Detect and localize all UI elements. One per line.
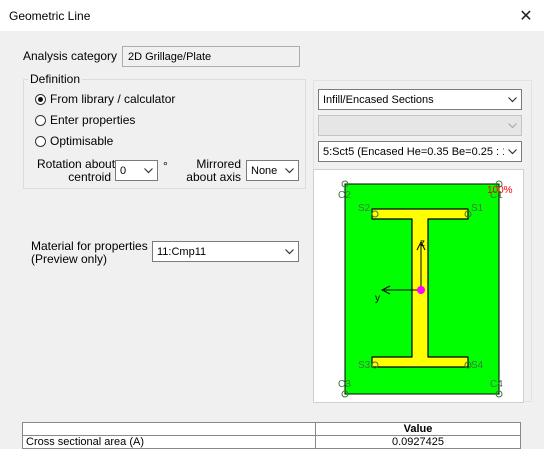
material-label: Material for properties (Preview only) <box>31 240 148 266</box>
properties-table: Value Cross sectional area (A) 0.0927425 <box>22 422 521 449</box>
section-value: 5:Sct5 (Encased He=0.35 Be=0.25 : 1 <box>323 145 509 158</box>
mirrored-dropdown[interactable]: None <box>246 160 299 181</box>
section-dropdown[interactable]: 5:Sct5 (Encased He=0.35 Be=0.25 : 1 <box>318 141 522 162</box>
radio-optimisable-label: Optimisable <box>50 134 114 148</box>
rotation-label: Rotation about centroid <box>37 158 115 184</box>
property-value: 0.0927425 <box>315 435 521 449</box>
label-s2: S2 <box>358 203 371 214</box>
table-header-row: Value <box>22 422 521 436</box>
radio-unselected-icon <box>35 135 46 147</box>
section-subtype-dropdown <box>318 115 522 136</box>
mirrored-value: None <box>251 164 278 177</box>
y-axis-label: y <box>375 293 380 304</box>
window-title: Geometric Line <box>9 9 91 23</box>
rotation-label-line1: Rotation about <box>37 157 116 171</box>
radio-from-library[interactable]: From library / calculator <box>35 92 175 106</box>
chevron-down-icon <box>504 90 521 109</box>
label-s4: S4 <box>471 360 484 371</box>
value-column-header: Value <box>315 422 521 436</box>
title-bar: Geometric Line ✕ <box>0 0 544 31</box>
section-drawing: C2 C1 C3 C4 S2 S1 S3 S4 100% z y <box>338 180 513 398</box>
analysis-category-field: 2D Grillage/Plate <box>122 46 300 67</box>
chevron-down-icon <box>281 161 298 180</box>
material-label-line2: (Preview only) <box>31 252 108 266</box>
material-label-line1: Material for properties <box>31 239 148 253</box>
chevron-down-icon <box>140 161 157 180</box>
label-s3: S3 <box>358 360 371 371</box>
label-s1: S1 <box>471 203 484 214</box>
radio-unselected-icon <box>35 114 46 126</box>
chevron-down-icon <box>504 116 521 135</box>
section-preview: C2 C1 C3 C4 S2 S1 S3 S4 100% z y <box>313 169 524 403</box>
radio-enter-properties[interactable]: Enter properties <box>35 113 135 127</box>
chevron-down-icon <box>504 142 521 161</box>
degree-unit: ° <box>163 159 168 173</box>
mirrored-label-line2: about axis <box>186 170 241 184</box>
rotation-label-line2: centroid <box>68 170 111 184</box>
radio-enter-properties-label: Enter properties <box>50 113 136 127</box>
label-c2: C2 <box>338 190 351 201</box>
table-scrollbar[interactable] <box>521 420 539 446</box>
centroid-marker <box>417 286 425 294</box>
mirrored-label: Mirrored about axis <box>180 158 241 184</box>
label-c3: C3 <box>338 379 351 390</box>
z-axis-label: z <box>420 238 425 249</box>
analysis-category-label: Analysis category <box>23 49 118 63</box>
name-column-header <box>22 422 316 436</box>
section-type-dropdown[interactable]: Infill/Encased Sections <box>318 89 522 110</box>
label-c4: C4 <box>490 379 503 390</box>
definition-group-title: Definition <box>28 72 83 86</box>
rotation-value: 0 <box>120 164 127 177</box>
radio-from-library-label: From library / calculator <box>50 92 176 106</box>
material-dropdown[interactable]: 11:Cmp11 <box>152 241 299 262</box>
chevron-down-icon <box>281 242 298 261</box>
rotation-dropdown[interactable]: 0 <box>115 160 158 181</box>
close-icon[interactable]: ✕ <box>508 0 544 31</box>
table-row[interactable]: Cross sectional area (A) 0.0927425 <box>22 435 521 449</box>
radio-optimisable[interactable]: Optimisable <box>35 134 113 148</box>
zoom-label: 100% <box>487 185 513 196</box>
material-value: 11:Cmp11 <box>157 245 207 258</box>
section-type-value: Infill/Encased Sections <box>323 93 434 106</box>
radio-selected-icon <box>35 93 46 105</box>
mirrored-label-line1: Mirrored <box>196 157 241 171</box>
property-name: Cross sectional area (A) <box>22 435 316 449</box>
